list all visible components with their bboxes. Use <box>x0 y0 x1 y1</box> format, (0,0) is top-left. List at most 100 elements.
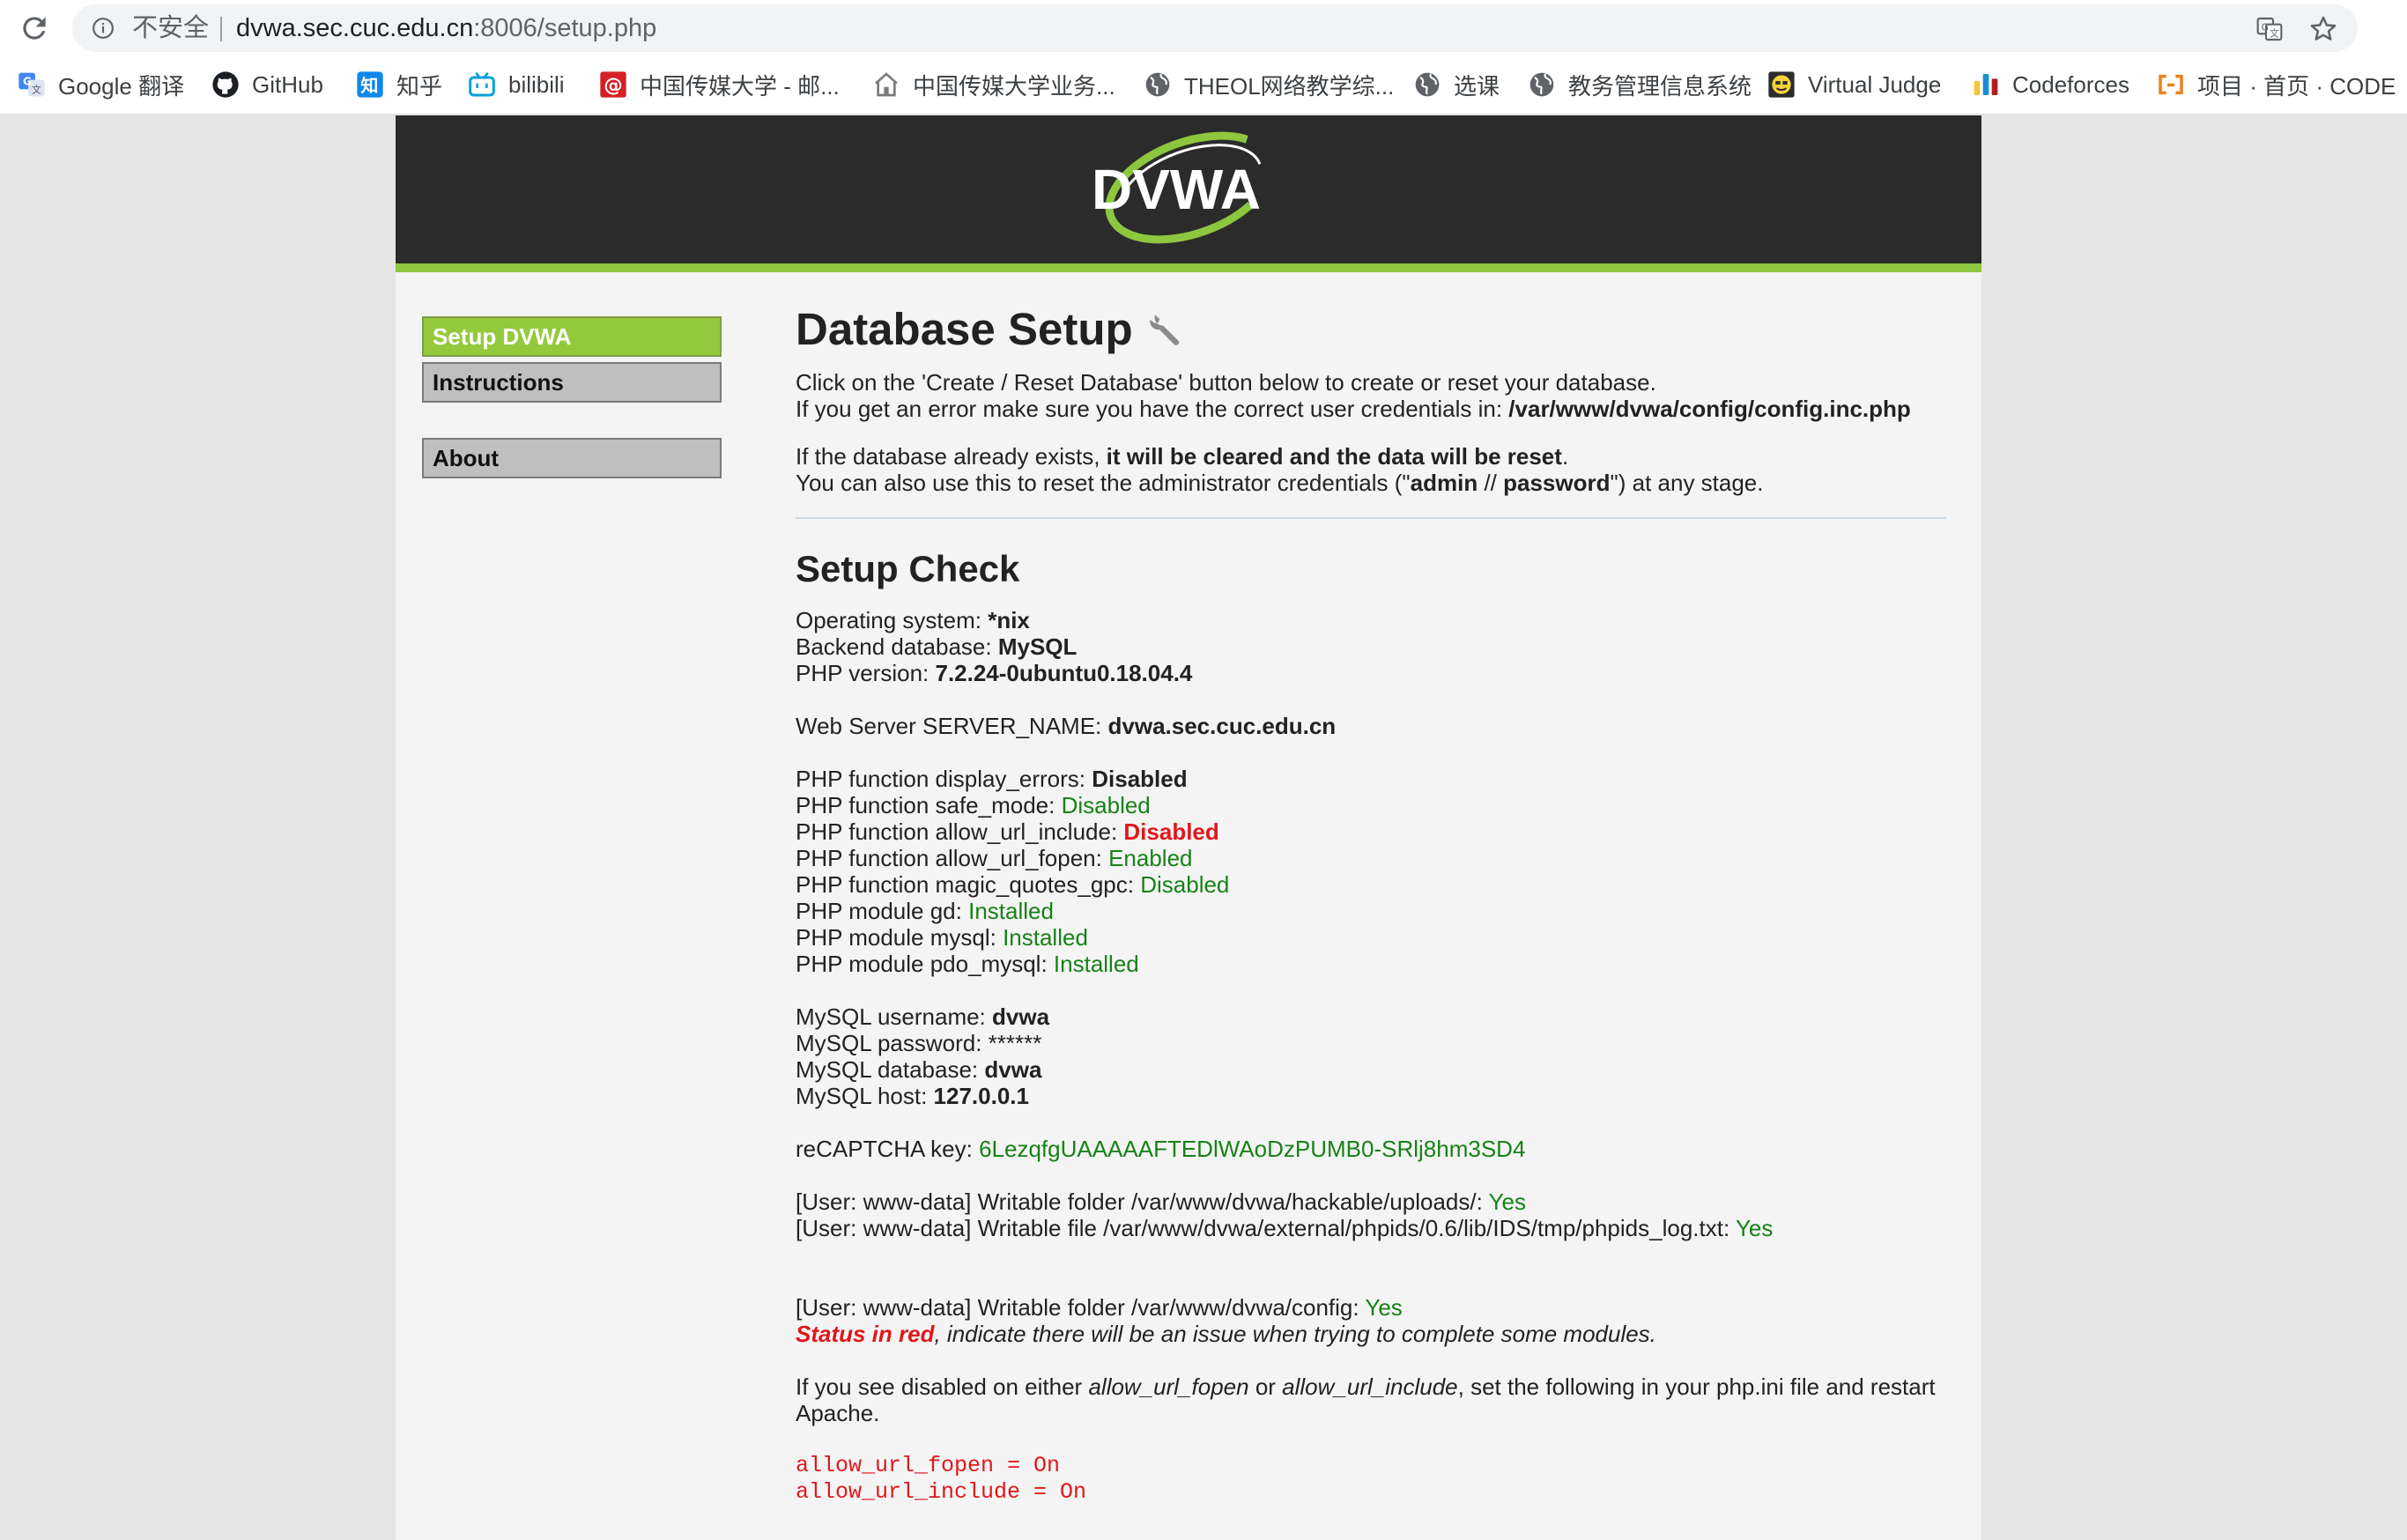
svg-text:G: G <box>23 76 32 88</box>
bookmark-codeforces[interactable]: Codeforces <box>1972 65 2129 104</box>
bookmarks-bar: G 文 Google 翻译 GitHub 知 知乎 bilibili @ 中国传… <box>0 55 2407 115</box>
setup-check-title: Setup Check <box>796 548 1020 589</box>
header-stripe <box>396 263 1981 272</box>
dvwa-header: DVWA <box>396 115 1981 263</box>
intro-line-2: If you get an error make sure you have t… <box>796 396 1959 422</box>
magic-quotes-status: Disabled <box>1140 871 1230 898</box>
php-module-label: PHP module pdo_mysql: <box>796 951 1054 977</box>
php-function-row: PHP function display_errors: Disabled <box>796 766 1959 792</box>
bookmark-course-select[interactable]: 选课 <box>1413 65 1500 104</box>
svg-text:@: @ <box>604 75 622 97</box>
mysql-username-value: dvwa <box>992 1003 1050 1030</box>
server-name-line: Web Server SERVER_NAME: dvwa.sec.cuc.edu… <box>796 713 1959 739</box>
translate-icon[interactable]: G 文 <box>2255 15 2284 43</box>
url-text[interactable]: dvwa.sec.cuc.edu.cn:8006/setup.php <box>236 4 656 52</box>
bookmark-code-project[interactable]: 项目 · 首页 · CODE <box>2157 65 2396 104</box>
hint-text: If you see disabled on either <box>796 1373 1089 1400</box>
bookmark-cuc-business[interactable]: 中国传媒大学业务... <box>872 65 1115 104</box>
codeforces-icon <box>1974 74 1998 95</box>
php-version-label: PHP version: <box>796 660 936 686</box>
bookmark-label: GitHub <box>252 70 323 98</box>
globe-icon <box>1529 72 1554 97</box>
status-in-red: Status in red <box>796 1321 935 1347</box>
writable-uploads-line: [User: www-data] Writable folder /var/ww… <box>796 1188 1959 1215</box>
reload-icon[interactable] <box>18 11 51 45</box>
os-label: Operating system: <box>796 607 989 633</box>
url-path: :8006/setup.php <box>473 14 657 42</box>
writable-config-status: Yes <box>1365 1294 1403 1321</box>
bookmark-label: bilibili <box>508 70 565 98</box>
virtual-judge-icon <box>1768 71 1795 98</box>
php-function-label: PHP function allow_url_fopen: <box>796 845 1109 871</box>
os-value: *nix <box>988 607 1030 633</box>
code-icon <box>2159 74 2183 95</box>
bookmark-virtual-judge[interactable]: Virtual Judge <box>1767 65 1941 104</box>
zhihu-icon: 知 <box>357 71 383 98</box>
bookmark-bilibili[interactable]: bilibili <box>468 65 565 104</box>
code-line-include: allow_url_include = On <box>796 1479 1087 1505</box>
os-line: Operating system: *nix <box>796 607 1959 633</box>
omnibox[interactable]: 不安全 dvwa.sec.cuc.edu.cn:8006/setup.php G… <box>72 4 2358 52</box>
bookmark-label: THEOL网络教学综... <box>1184 72 1395 100</box>
menu-about[interactable]: About <box>422 438 722 478</box>
db-line: Backend database: MySQL <box>796 633 1959 660</box>
bookmark-label: 知乎 <box>396 72 443 100</box>
intro-line-4-text: You can also use this to reset the admin… <box>796 470 1411 496</box>
php-version-value: 7.2.24-0ubuntu0.18.04.4 <box>935 660 1193 686</box>
info-icon[interactable] <box>92 17 115 40</box>
logo-text: DVWA <box>1092 158 1261 221</box>
intro-line-4: You can also use this to reset the admin… <box>796 470 1959 496</box>
server-name-label: Web Server SERVER_NAME: <box>796 713 1108 739</box>
bookmark-academic-system[interactable]: 教务管理信息系统 <box>1528 65 1752 104</box>
bookmark-theol[interactable]: THEOL网络教学综... <box>1144 65 1394 104</box>
hint-fopen: allow_url_fopen <box>1088 1373 1249 1400</box>
bookmark-label: Codeforces <box>2012 70 2129 98</box>
mysql-username-label: MySQL username: <box>796 1003 993 1030</box>
page-title-text: Database Setup <box>796 304 1133 354</box>
config-path: /var/www/dvwa/config/config.inc.php <box>1508 396 1911 422</box>
mysql-database-label: MySQL database: <box>796 1056 985 1083</box>
menu-setup-dvwa[interactable]: Setup DVWA <box>422 316 722 357</box>
php-function-label: PHP function display_errors: <box>796 766 1092 792</box>
intro-line-3-end: . <box>1561 443 1569 470</box>
mysql-host-line: MySQL host: 127.0.0.1 <box>796 1083 1959 1109</box>
globe-icon <box>1145 72 1170 97</box>
bookmark-cuc-mail[interactable]: @ 中国传媒大学 - 邮... <box>599 65 840 104</box>
mysql-database-line: MySQL database: dvwa <box>796 1056 1959 1083</box>
mysql-password-label: MySQL password: <box>796 1030 989 1056</box>
svg-text:知: 知 <box>360 75 378 96</box>
mysql-username-line: MySQL username: dvwa <box>796 1003 1959 1030</box>
security-label[interactable]: 不安全 <box>132 4 209 52</box>
intro-line-2-text: If you get an error make sure you have t… <box>796 396 1509 422</box>
writable-uploads-label: [User: www-data] Writable folder /var/ww… <box>796 1188 1489 1215</box>
address-row: 不安全 dvwa.sec.cuc.edu.cn:8006/setup.php G… <box>0 0 2407 55</box>
php-version-line: PHP version: 7.2.24-0ubuntu0.18.04.4 <box>796 660 1959 686</box>
main-content: Database Setup Click on the 'Create / Re… <box>796 300 1959 1506</box>
bilibili-icon <box>469 71 495 97</box>
bookmark-label: 选课 <box>1454 72 1500 100</box>
bookmark-github[interactable]: GitHub <box>211 65 323 104</box>
svg-text:文: 文 <box>2270 28 2279 40</box>
page-title: Database Setup <box>796 300 1959 359</box>
bookmark-star-icon[interactable] <box>2308 14 2338 44</box>
hint-or: or <box>1248 1373 1283 1400</box>
github-icon <box>212 71 239 98</box>
svg-text:G: G <box>2262 21 2269 33</box>
google-translate-icon: G 文 <box>19 72 45 97</box>
php-function-row: PHP function magic_quotes_gpc: Disabled <box>796 871 1959 898</box>
php-module-label: PHP module gd: <box>796 898 969 924</box>
bookmark-label: 教务管理信息系统 <box>1568 72 1752 100</box>
svg-text:文: 文 <box>32 84 41 95</box>
display-errors-status: Disabled <box>1092 766 1188 792</box>
server-name-value: dvwa.sec.cuc.edu.cn <box>1107 713 1337 739</box>
menu-instructions[interactable]: Instructions <box>422 362 722 403</box>
admin-password: password <box>1503 470 1611 496</box>
intro-line-1: Click on the 'Create / Reset Database' b… <box>796 369 1656 396</box>
pdo-mysql-status: Installed <box>1053 951 1139 977</box>
php-module-label: PHP module mysql: <box>796 924 1004 951</box>
db-label: Backend database: <box>796 633 998 660</box>
bookmark-google-translate[interactable]: G 文 Google 翻译 <box>18 65 184 104</box>
bookmark-zhihu[interactable]: 知 知乎 <box>356 65 442 104</box>
mail-icon: @ <box>600 71 626 98</box>
mysql-host-label: MySQL host: <box>796 1083 934 1109</box>
